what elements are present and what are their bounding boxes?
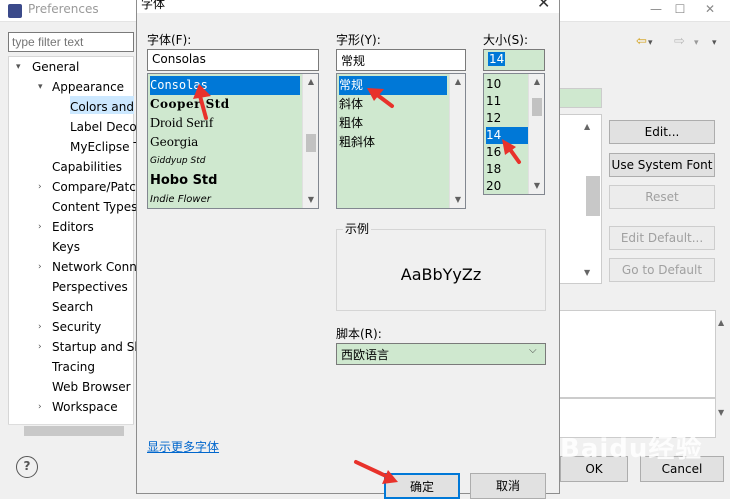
- arrow-to-consolas: [198, 94, 208, 120]
- arrow-to-ok: [354, 460, 388, 478]
- arrow-head-consolas: [193, 84, 211, 99]
- baidu-watermark: Baidu经验: [560, 434, 703, 464]
- arrow-to-style: [374, 92, 394, 108]
- annotation-arrows: [193, 84, 521, 484]
